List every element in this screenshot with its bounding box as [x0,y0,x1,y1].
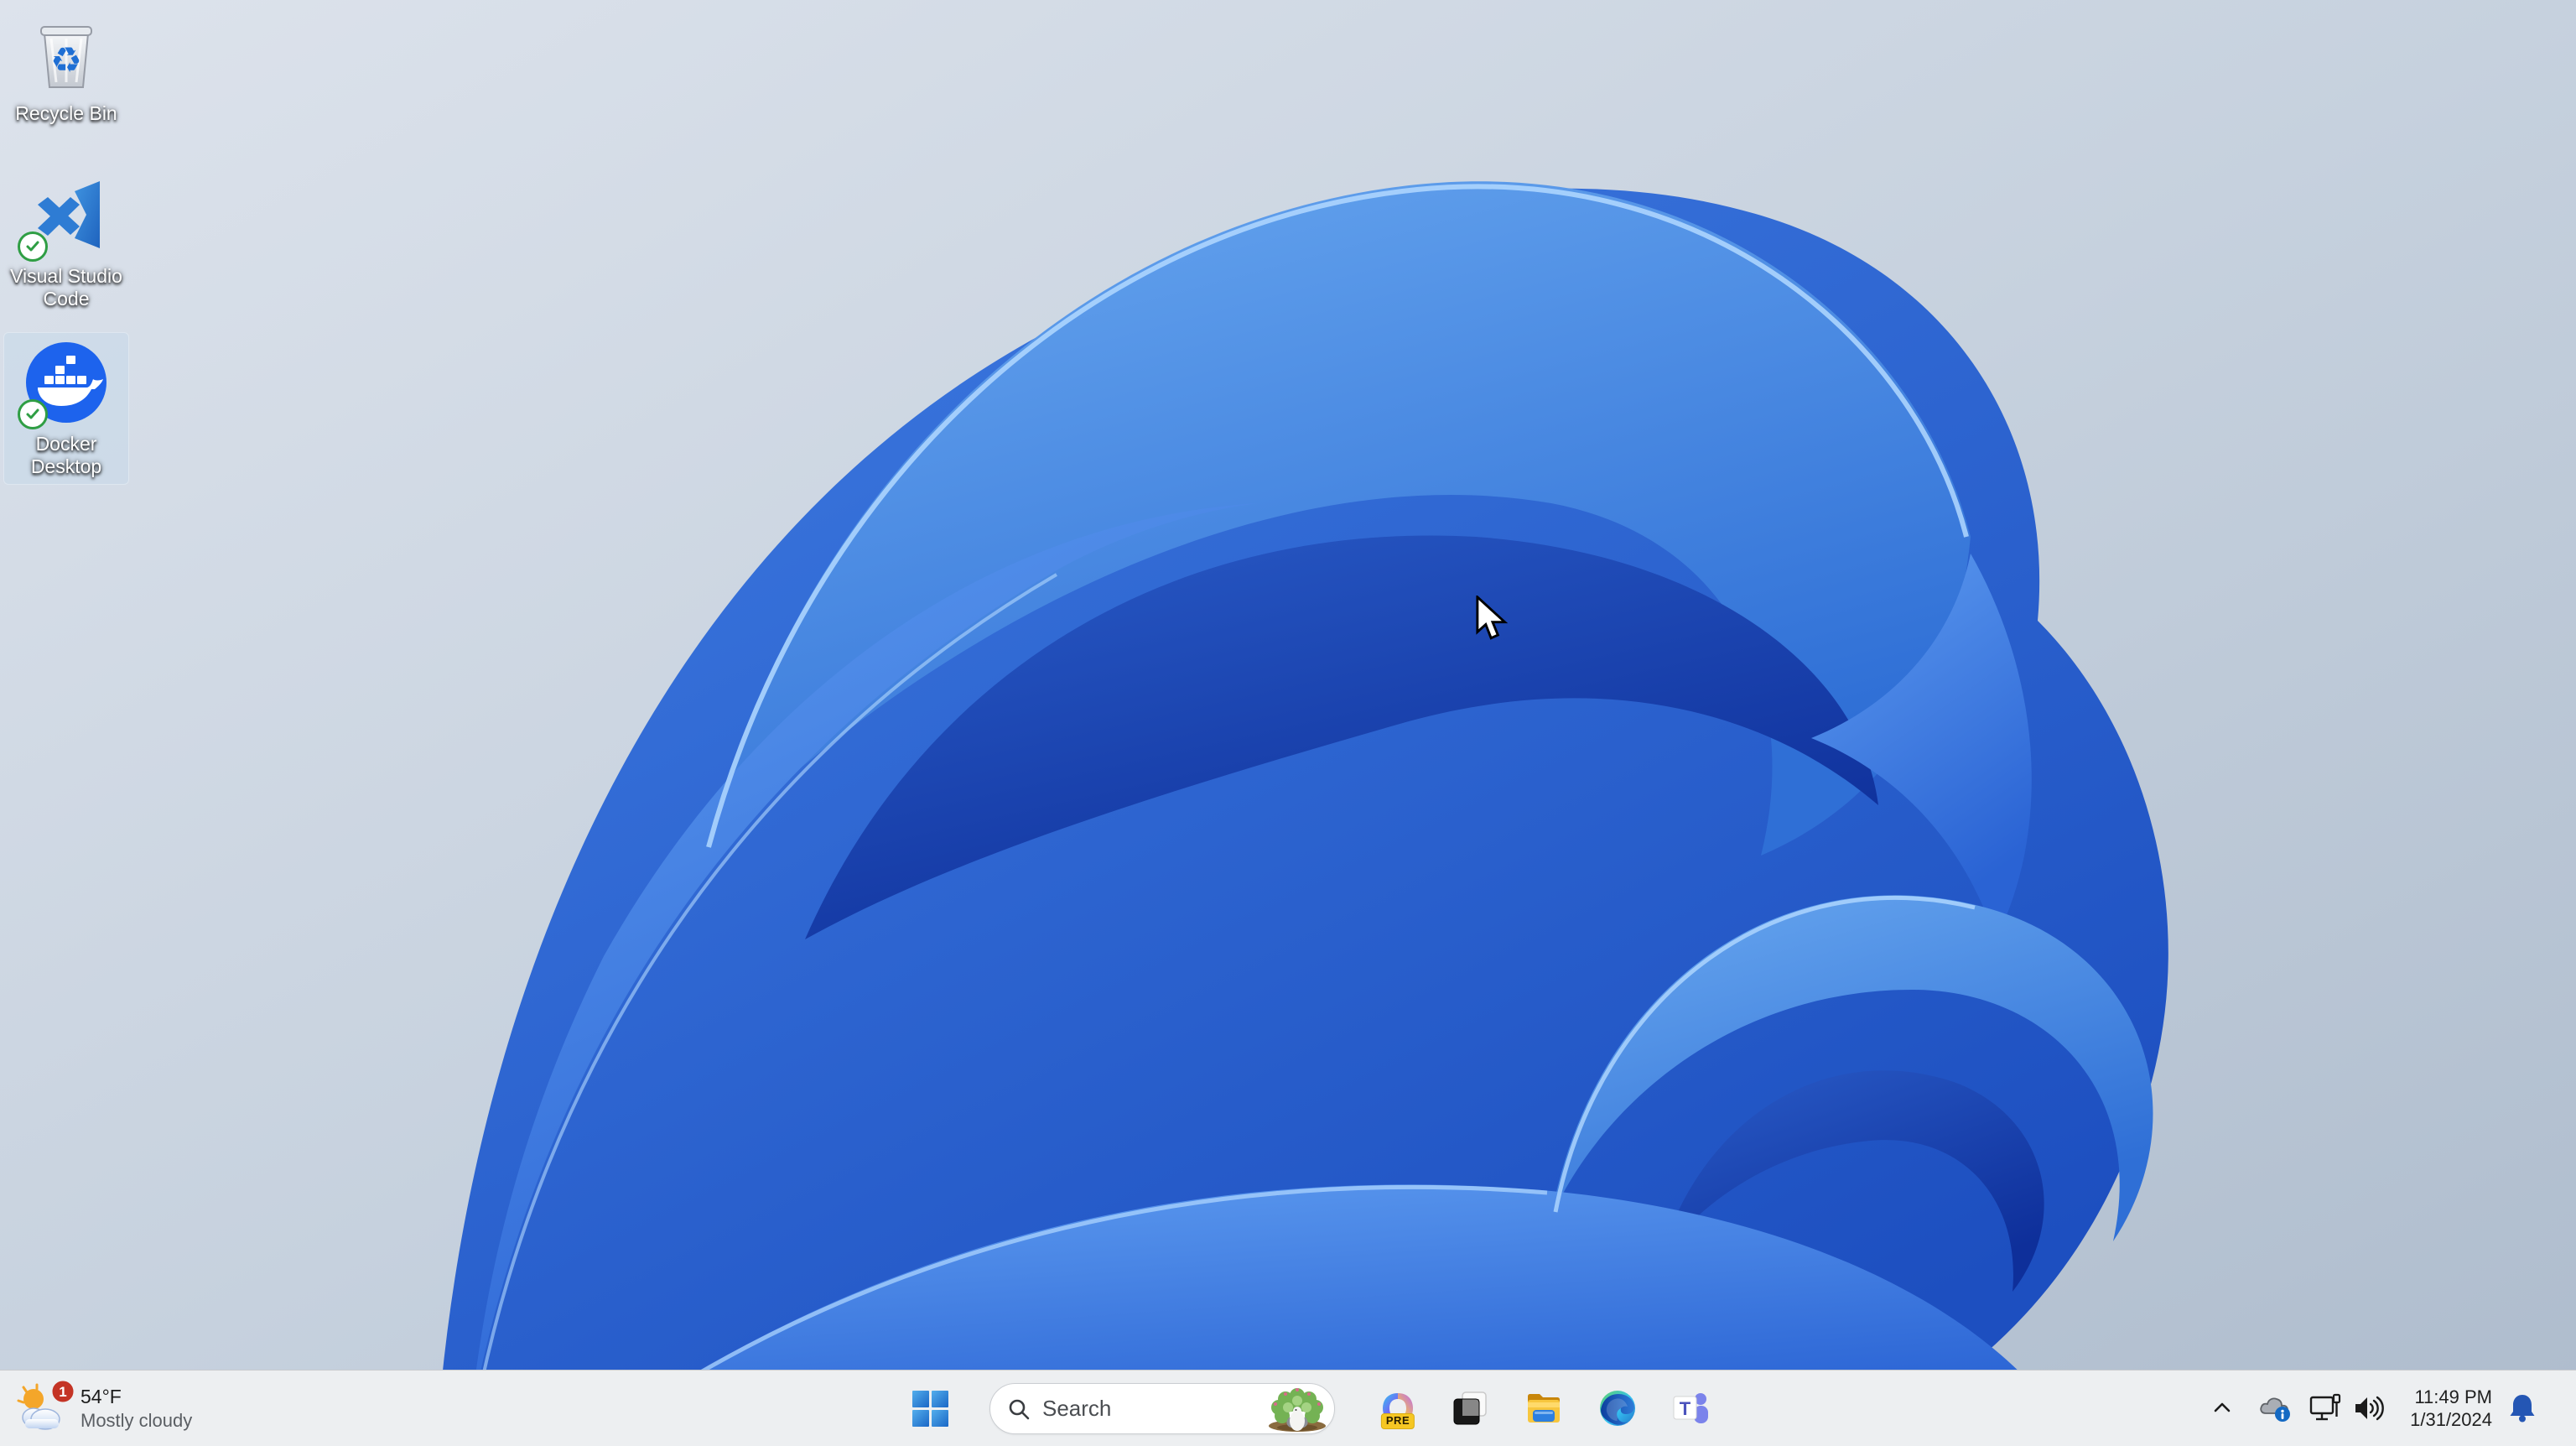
teams-icon: T [1673,1393,1708,1423]
weather-icon: 1 [15,1379,75,1434]
tray-show-hidden-icons-button[interactable] [2204,1384,2241,1433]
recycle-bin-icon: ♻ [23,8,110,96]
file-explorer-button[interactable] [1519,1384,1568,1433]
desktop-icon-label: Docker Desktop [30,433,102,477]
windows-logo-icon [912,1391,948,1427]
weather-temperature: 54°F [80,1386,122,1407]
tray-volume-button[interactable] [2348,1384,2390,1433]
svg-text:1: 1 [59,1384,66,1400]
weather-notification-badge: 1 [50,1379,75,1404]
desktop-icon-label: Recycle Bin [15,102,117,124]
tray-onedrive-button[interactable] [2254,1384,2296,1433]
file-explorer-icon [1528,1394,1560,1423]
notification-center-button[interactable] [2501,1384,2544,1433]
desktop-icon-label: Visual Studio Code [10,265,122,309]
clock-date: 1/31/2024 [2410,1409,2492,1430]
weather-condition: Mostly cloudy [80,1410,193,1431]
desktop-icon-recycle-bin[interactable]: ♻ Recycle Bin [3,2,129,132]
ethernet-network-icon [2309,1393,2341,1421]
svg-text:♻: ♻ [50,40,82,80]
vscode-icon [18,171,110,262]
start-button[interactable] [906,1384,954,1433]
edge-icon [1600,1391,1635,1426]
task-view-button[interactable] [1446,1384,1494,1433]
bell-icon [2510,1395,2535,1423]
tray-clock[interactable]: 11:49 PM 1/31/2024 [2410,1371,2492,1446]
desktop-icon-docker-desktop[interactable]: Docker Desktop [3,332,129,485]
desktop-icon-visual-studio-code[interactable]: Visual Studio Code [3,164,129,317]
mouse-cursor [1476,596,1509,640]
search-highlight-peacock-image [1269,1388,1326,1432]
windows-desktop: ♻ Recycle Bin Visual Studio Code Docker … [0,0,2576,1446]
tray-network-button[interactable] [2304,1384,2346,1433]
sync-status-badge [18,399,48,429]
bloom-wallpaper-art [0,0,2576,1446]
microsoft-teams-button[interactable]: T [1667,1384,1716,1433]
task-view-icon [1453,1391,1487,1425]
speaker-volume-icon [2355,1396,2384,1421]
search-box[interactable] [989,1383,1335,1434]
sync-status-badge [18,231,48,262]
copilot-button[interactable]: PRE [1374,1384,1422,1433]
microsoft-edge-button[interactable] [1593,1384,1642,1433]
onedrive-cloud-icon [2260,1397,2290,1422]
svg-text:T: T [1680,1398,1691,1419]
clock-time: 11:49 PM [2414,1386,2492,1407]
copilot-preview-badge: PRE [1380,1413,1415,1429]
docker-icon [18,339,110,429]
search-input[interactable] [1042,1396,1227,1422]
taskbar: 1 54°F Mostly cloudy Search PRE T 11:49 … [0,1370,2576,1446]
desktop-wallpaper [0,0,2576,1446]
chevron-up-icon [2214,1402,2231,1412]
widgets-weather-button[interactable]: 1 54°F Mostly cloudy [7,1371,207,1446]
search-icon [1009,1399,1030,1419]
